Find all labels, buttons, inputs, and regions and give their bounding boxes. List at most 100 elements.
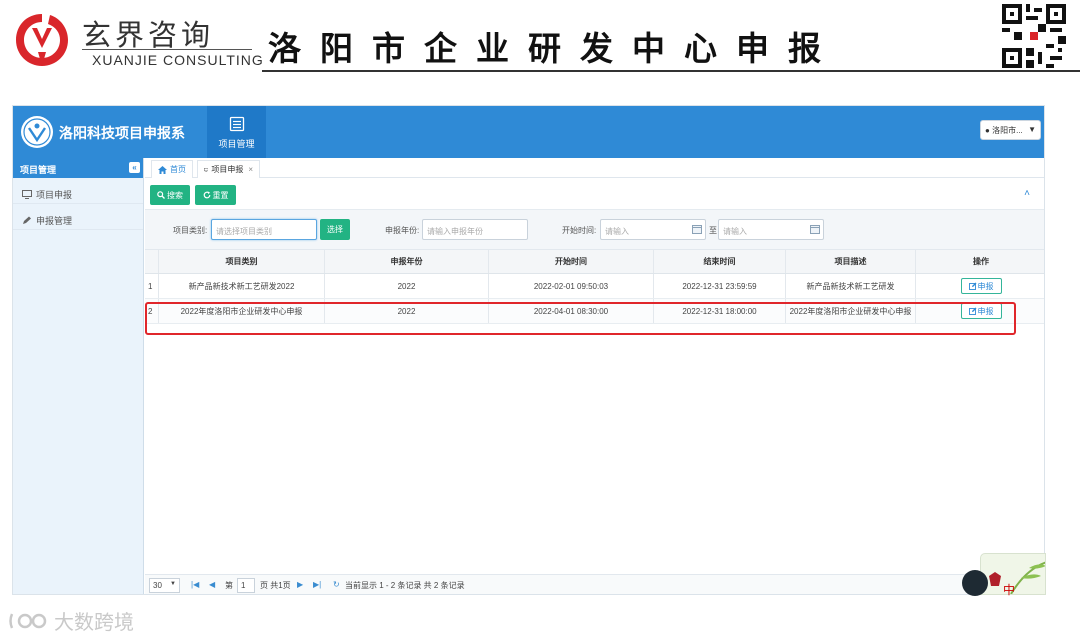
top-bar: 洛阳科技项目申报系 项目管理 ● 洛阳市... ▼ <box>13 106 1044 158</box>
refresh-icon[interactable]: ↻ <box>333 580 340 589</box>
toolbar: 搜索 重置 ˄ <box>145 180 1044 210</box>
header-cell[interactable]: 申报年份 <box>325 250 489 273</box>
apply-button-label: 申报 <box>977 281 994 291</box>
user-menu-label: 洛阳市... <box>992 126 1023 135</box>
start-time-input[interactable]: 请输入 <box>600 219 706 240</box>
row-index: 2 <box>145 299 159 323</box>
page-size-select[interactable]: 30 ▼ <box>149 578 180 593</box>
page-size-value: 30 <box>153 581 162 590</box>
calendar-icon[interactable] <box>692 224 702 234</box>
floating-char: 中 <box>1003 583 1016 597</box>
header-cell[interactable]: 项目类别 <box>159 250 325 273</box>
refresh-icon <box>203 191 210 199</box>
system-title: 洛阳科技项目申报系 <box>59 125 185 141</box>
caret-down-icon: ▼ <box>170 581 176 587</box>
cell-year: 2022 <box>325 274 489 298</box>
caret-down-icon: ▼ <box>1028 125 1036 134</box>
start-time-placeholder: 请输入 <box>605 227 629 236</box>
cell-category: 新产品新技术新工艺研发2022 <box>159 274 325 298</box>
user-menu[interactable]: ● 洛阳市... ▼ <box>980 120 1041 140</box>
start-time-label: 开始时间: <box>562 226 597 235</box>
calendar-icon[interactable] <box>810 224 820 234</box>
year-label: 申报年份: <box>385 226 420 235</box>
sidebar-header-label: 项目管理 <box>20 165 57 175</box>
next-page-icon[interactable]: ▶ <box>297 580 303 589</box>
filter-panel: 项目类别: 请选择项目类别 选择 申报年份: 请输入申报年份 开始时间: 请输入… <box>145 210 1044 250</box>
tab-label: 首页 <box>170 165 186 174</box>
system-emblem-icon <box>21 116 53 148</box>
category-label: 项目类别: <box>173 226 208 235</box>
app-window: 洛阳科技项目申报系 项目管理 ● 洛阳市... ▼ 项目管理 « 项目申报 申报… <box>12 105 1045 595</box>
top-nav-label: 项目管理 <box>218 139 255 149</box>
header-cell: 操作 <box>973 257 989 266</box>
reset-button[interactable]: 重置 <box>195 185 236 205</box>
user-icon: ● <box>985 126 990 135</box>
close-tab-icon[interactable]: × <box>248 165 253 174</box>
tab-bar: 首页 项目申报 × <box>145 158 1044 178</box>
last-page-icon[interactable]: ▶| <box>313 580 321 589</box>
cell-end-time: 2022-12-31 23:59:59 <box>654 274 786 298</box>
cell-year: 2022 <box>325 299 489 323</box>
record-summary: 当前显示 1 - 2 条记录 共 2 条记录 <box>345 581 465 590</box>
tab-project-apply[interactable]: 项目申报 × <box>197 160 260 178</box>
monitor-icon <box>204 167 209 172</box>
sidebar-item-label: 项目申报 <box>36 190 73 200</box>
sidebar-item-project-apply[interactable]: 项目申报 <box>13 178 143 204</box>
page-suffix: 页 共1页 <box>260 581 291 590</box>
floating-button[interactable] <box>962 570 988 596</box>
table-row[interactable]: 1 新产品新技术新工艺研发2022 2022 2022-02-01 09:50:… <box>145 274 1044 299</box>
edit-icon <box>968 282 976 290</box>
pencil-icon <box>23 216 31 224</box>
tab-label: 项目申报 <box>211 165 244 174</box>
cell-end-time: 2022-12-31 18:00:00 <box>654 299 786 323</box>
cell-category: 2022年度洛阳市企业研发中心申报 <box>159 299 325 323</box>
category-input[interactable]: 请选择项目类别 <box>211 219 317 240</box>
cell-actions: 申报 <box>916 299 1044 323</box>
page-prefix: 第 <box>225 581 233 590</box>
cell-description: 新产品新技术新工艺研发 <box>786 274 916 298</box>
prev-page-icon[interactable]: ◀ <box>209 580 215 589</box>
search-button-label: 搜索 <box>167 190 183 200</box>
banner-title: 洛阳市企业研发中心申报 <box>268 29 840 68</box>
table-row[interactable]: 2 2022年度洛阳市企业研发中心申报 2022 2022-04-01 08:3… <box>145 299 1044 324</box>
apply-button[interactable]: 申报 <box>960 278 1002 294</box>
sidebar-header: 项目管理 « <box>13 158 143 178</box>
to-label: 至 <box>709 226 717 235</box>
header-cell-index <box>145 250 159 273</box>
cell-description: 2022年度洛阳市企业研发中心申报 <box>786 299 916 323</box>
sidebar-item-apply-management[interactable]: 申报管理 <box>13 204 143 230</box>
apply-button-label: 申报 <box>977 306 994 316</box>
search-button[interactable]: 搜索 <box>150 185 190 205</box>
choose-button[interactable]: 选择 <box>320 219 350 240</box>
watermark: 大数跨境 <box>8 606 134 635</box>
sidebar-item-label: 申报管理 <box>36 216 73 226</box>
cell-start-time: 2022-04-01 08:30:00 <box>489 299 654 323</box>
qr-code-icon <box>1002 4 1066 68</box>
first-page-icon[interactable]: |◀ <box>191 580 199 589</box>
home-icon <box>158 165 167 174</box>
end-time-input[interactable]: 请输入 <box>718 219 824 240</box>
page-number-input[interactable]: 1 <box>237 578 255 593</box>
collapse-sidebar-icon[interactable]: « <box>129 162 140 173</box>
watermark-logo-icon <box>9 613 47 628</box>
edit-icon <box>968 307 976 315</box>
tab-home[interactable]: 首页 <box>151 160 193 178</box>
banner-underline <box>262 70 1080 72</box>
end-time-placeholder: 请输入 <box>723 227 747 236</box>
sidebar: 项目管理 « 项目申报 申报管理 <box>13 158 144 594</box>
collapse-filter-icon[interactable]: ˄ <box>1024 188 1030 199</box>
year-input[interactable]: 请输入申报年份 <box>422 219 528 240</box>
table-header: 项目类别 申报年份 开始时间 结束时间 项目描述 操作 <box>145 250 1044 274</box>
brand-divider <box>82 49 252 50</box>
header-cell[interactable]: 结束时间 <box>654 250 786 273</box>
brand-name-cn: 玄界咨询 <box>82 18 215 52</box>
header-cell[interactable]: 开始时间 <box>489 250 654 273</box>
top-nav-project-management[interactable]: 项目管理 <box>207 106 266 158</box>
reset-button-label: 重置 <box>212 190 229 200</box>
cell-start-time: 2022-02-01 09:50:03 <box>489 274 654 298</box>
row-index: 1 <box>145 274 159 298</box>
list-icon <box>229 116 244 132</box>
header-cell[interactable]: 项目描述 <box>786 250 916 273</box>
watermark-text: 大数跨境 <box>54 610 134 634</box>
apply-button[interactable]: 申报 <box>960 303 1002 319</box>
